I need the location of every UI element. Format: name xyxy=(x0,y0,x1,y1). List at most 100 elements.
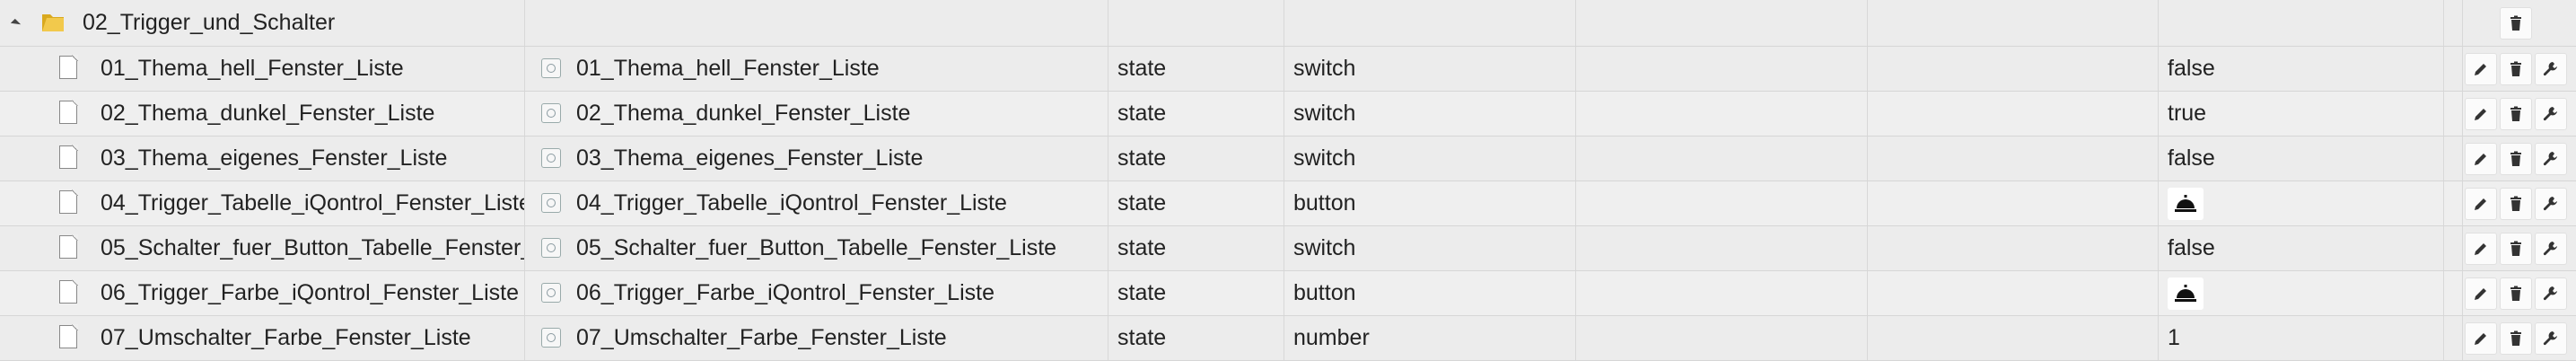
file-icon xyxy=(59,234,78,259)
object-name: 04_Trigger_Tabelle_iQontrol_Fenster_List… xyxy=(101,190,525,216)
state-object-icon xyxy=(541,238,561,258)
pencil-icon xyxy=(2475,63,2486,75)
edit-button[interactable] xyxy=(2465,97,2497,130)
wrench-icon xyxy=(2543,151,2557,165)
trigger-button[interactable] xyxy=(2168,187,2204,220)
edit-button[interactable] xyxy=(2465,277,2497,310)
folder-row[interactable]: 02_Trigger_und_Schalter xyxy=(0,0,2576,47)
empty-cell xyxy=(1868,181,2159,225)
state-object-icon xyxy=(541,193,561,213)
object-title: 05_Schalter_fuer_Button_Tabelle_Fenster_… xyxy=(576,235,1057,260)
role-cell: state xyxy=(1108,136,1284,180)
bell-icon xyxy=(2175,284,2196,302)
state-row[interactable]: 02_Thema_dunkel_Fenster_Liste 02_Thema_d… xyxy=(0,92,2576,136)
name-cell: 04_Trigger_Tabelle_iQontrol_Fenster_List… xyxy=(0,181,525,225)
empty-cell xyxy=(1576,92,1868,136)
value-cell[interactable]: false xyxy=(2159,136,2444,180)
name-cell: 05_Schalter_fuer_Button_Tabelle_Fenster_… xyxy=(0,226,525,270)
edit-button[interactable] xyxy=(2465,321,2497,355)
settings-button[interactable] xyxy=(2535,97,2567,130)
bell-icon xyxy=(2175,194,2196,212)
settings-button[interactable] xyxy=(2535,321,2567,355)
empty-cell xyxy=(1576,181,1868,225)
delete-button[interactable] xyxy=(2500,52,2532,85)
delete-button[interactable] xyxy=(2500,277,2532,310)
object-title: 01_Thema_hell_Fenster_Liste xyxy=(576,56,880,81)
settings-button[interactable] xyxy=(2535,52,2567,85)
edit-button[interactable] xyxy=(2465,232,2497,265)
settings-button[interactable] xyxy=(2535,142,2567,175)
empty-cell xyxy=(1868,226,2159,270)
folder-name-cell: 02_Trigger_und_Schalter xyxy=(0,0,525,46)
state-row[interactable]: 03_Thema_eigenes_Fenster_Liste 03_Thema_… xyxy=(0,136,2576,181)
folder-empty-cell xyxy=(1576,0,1868,46)
state-row[interactable]: 07_Umschalter_Farbe_Fenster_Liste 07_Ums… xyxy=(0,316,2576,361)
state-row[interactable]: 04_Trigger_Tabelle_iQontrol_Fenster_List… xyxy=(0,181,2576,226)
empty-cell xyxy=(1576,136,1868,180)
row-actions xyxy=(2463,181,2576,225)
role-cell: state xyxy=(1108,226,1284,270)
folder-value-cell xyxy=(2159,0,2444,46)
trash-icon xyxy=(2510,330,2521,346)
state-object-icon xyxy=(541,148,561,168)
gap-cell xyxy=(2444,47,2463,91)
collapse-caret-icon[interactable] xyxy=(10,18,22,30)
state-row[interactable]: 06_Trigger_Farbe_iQontrol_Fenster_Liste … xyxy=(0,271,2576,316)
delete-button[interactable] xyxy=(2500,6,2532,40)
empty-cell xyxy=(1576,316,1868,360)
value-cell[interactable]: false xyxy=(2159,226,2444,270)
file-icon xyxy=(59,189,78,214)
state-row[interactable]: 01_Thema_hell_Fenster_Liste 01_Thema_hel… xyxy=(0,47,2576,92)
trash-icon xyxy=(2510,196,2521,211)
wrench-icon xyxy=(2543,330,2557,345)
settings-button[interactable] xyxy=(2535,232,2567,265)
value-cell[interactable] xyxy=(2159,181,2444,225)
delete-button[interactable] xyxy=(2500,321,2532,355)
settings-button[interactable] xyxy=(2535,187,2567,220)
type-cell: switch xyxy=(1284,226,1576,270)
delete-button[interactable] xyxy=(2500,97,2532,130)
object-title: 04_Trigger_Tabelle_iQontrol_Fenster_List… xyxy=(576,190,1007,216)
type-cell: switch xyxy=(1284,92,1576,136)
file-icon xyxy=(59,55,78,79)
object-title: 02_Thema_dunkel_Fenster_Liste xyxy=(576,101,911,126)
edit-button[interactable] xyxy=(2465,142,2497,175)
empty-cell xyxy=(1576,271,1868,315)
value-cell[interactable]: 1 xyxy=(2159,316,2444,360)
title-cell: 03_Thema_eigenes_Fenster_Liste xyxy=(525,136,1108,180)
name-cell: 03_Thema_eigenes_Fenster_Liste xyxy=(0,136,525,180)
gap-cell xyxy=(2444,316,2463,360)
wrench-icon xyxy=(2543,61,2557,75)
row-actions xyxy=(2463,316,2576,360)
delete-button[interactable] xyxy=(2500,142,2532,175)
value-cell[interactable]: true xyxy=(2159,92,2444,136)
delete-button[interactable] xyxy=(2500,232,2532,265)
trash-icon xyxy=(2510,286,2521,301)
delete-button[interactable] xyxy=(2500,187,2532,220)
edit-button[interactable] xyxy=(2465,52,2497,85)
role-cell: state xyxy=(1108,181,1284,225)
value-cell[interactable]: false xyxy=(2159,47,2444,91)
name-cell: 02_Thema_dunkel_Fenster_Liste xyxy=(0,92,525,136)
state-object-icon xyxy=(541,58,561,78)
value-cell[interactable] xyxy=(2159,271,2444,315)
title-cell: 05_Schalter_fuer_Button_Tabelle_Fenster_… xyxy=(525,226,1108,270)
name-cell: 01_Thema_hell_Fenster_Liste xyxy=(0,47,525,91)
object-name: 05_Schalter_fuer_Button_Tabelle_Fenster_… xyxy=(101,235,524,260)
edit-button[interactable] xyxy=(2465,187,2497,220)
gap-cell xyxy=(2444,181,2463,225)
state-row[interactable]: 05_Schalter_fuer_Button_Tabelle_Fenster_… xyxy=(0,226,2576,271)
title-cell: 04_Trigger_Tabelle_iQontrol_Fenster_List… xyxy=(525,181,1108,225)
object-name: 06_Trigger_Farbe_iQontrol_Fenster_Liste xyxy=(101,280,519,305)
type-cell: switch xyxy=(1284,47,1576,91)
role-cell: state xyxy=(1108,271,1284,315)
object-name: 03_Thema_eigenes_Fenster_Liste xyxy=(101,145,448,171)
object-title: 06_Trigger_Farbe_iQontrol_Fenster_Liste xyxy=(576,280,994,305)
title-cell: 01_Thema_hell_Fenster_Liste xyxy=(525,47,1108,91)
wrench-icon xyxy=(2543,241,2557,255)
trigger-button[interactable] xyxy=(2168,277,2204,310)
name-cell: 07_Umschalter_Farbe_Fenster_Liste xyxy=(0,316,525,360)
settings-button[interactable] xyxy=(2535,277,2567,310)
file-icon xyxy=(59,279,78,304)
pencil-icon xyxy=(2475,108,2486,120)
